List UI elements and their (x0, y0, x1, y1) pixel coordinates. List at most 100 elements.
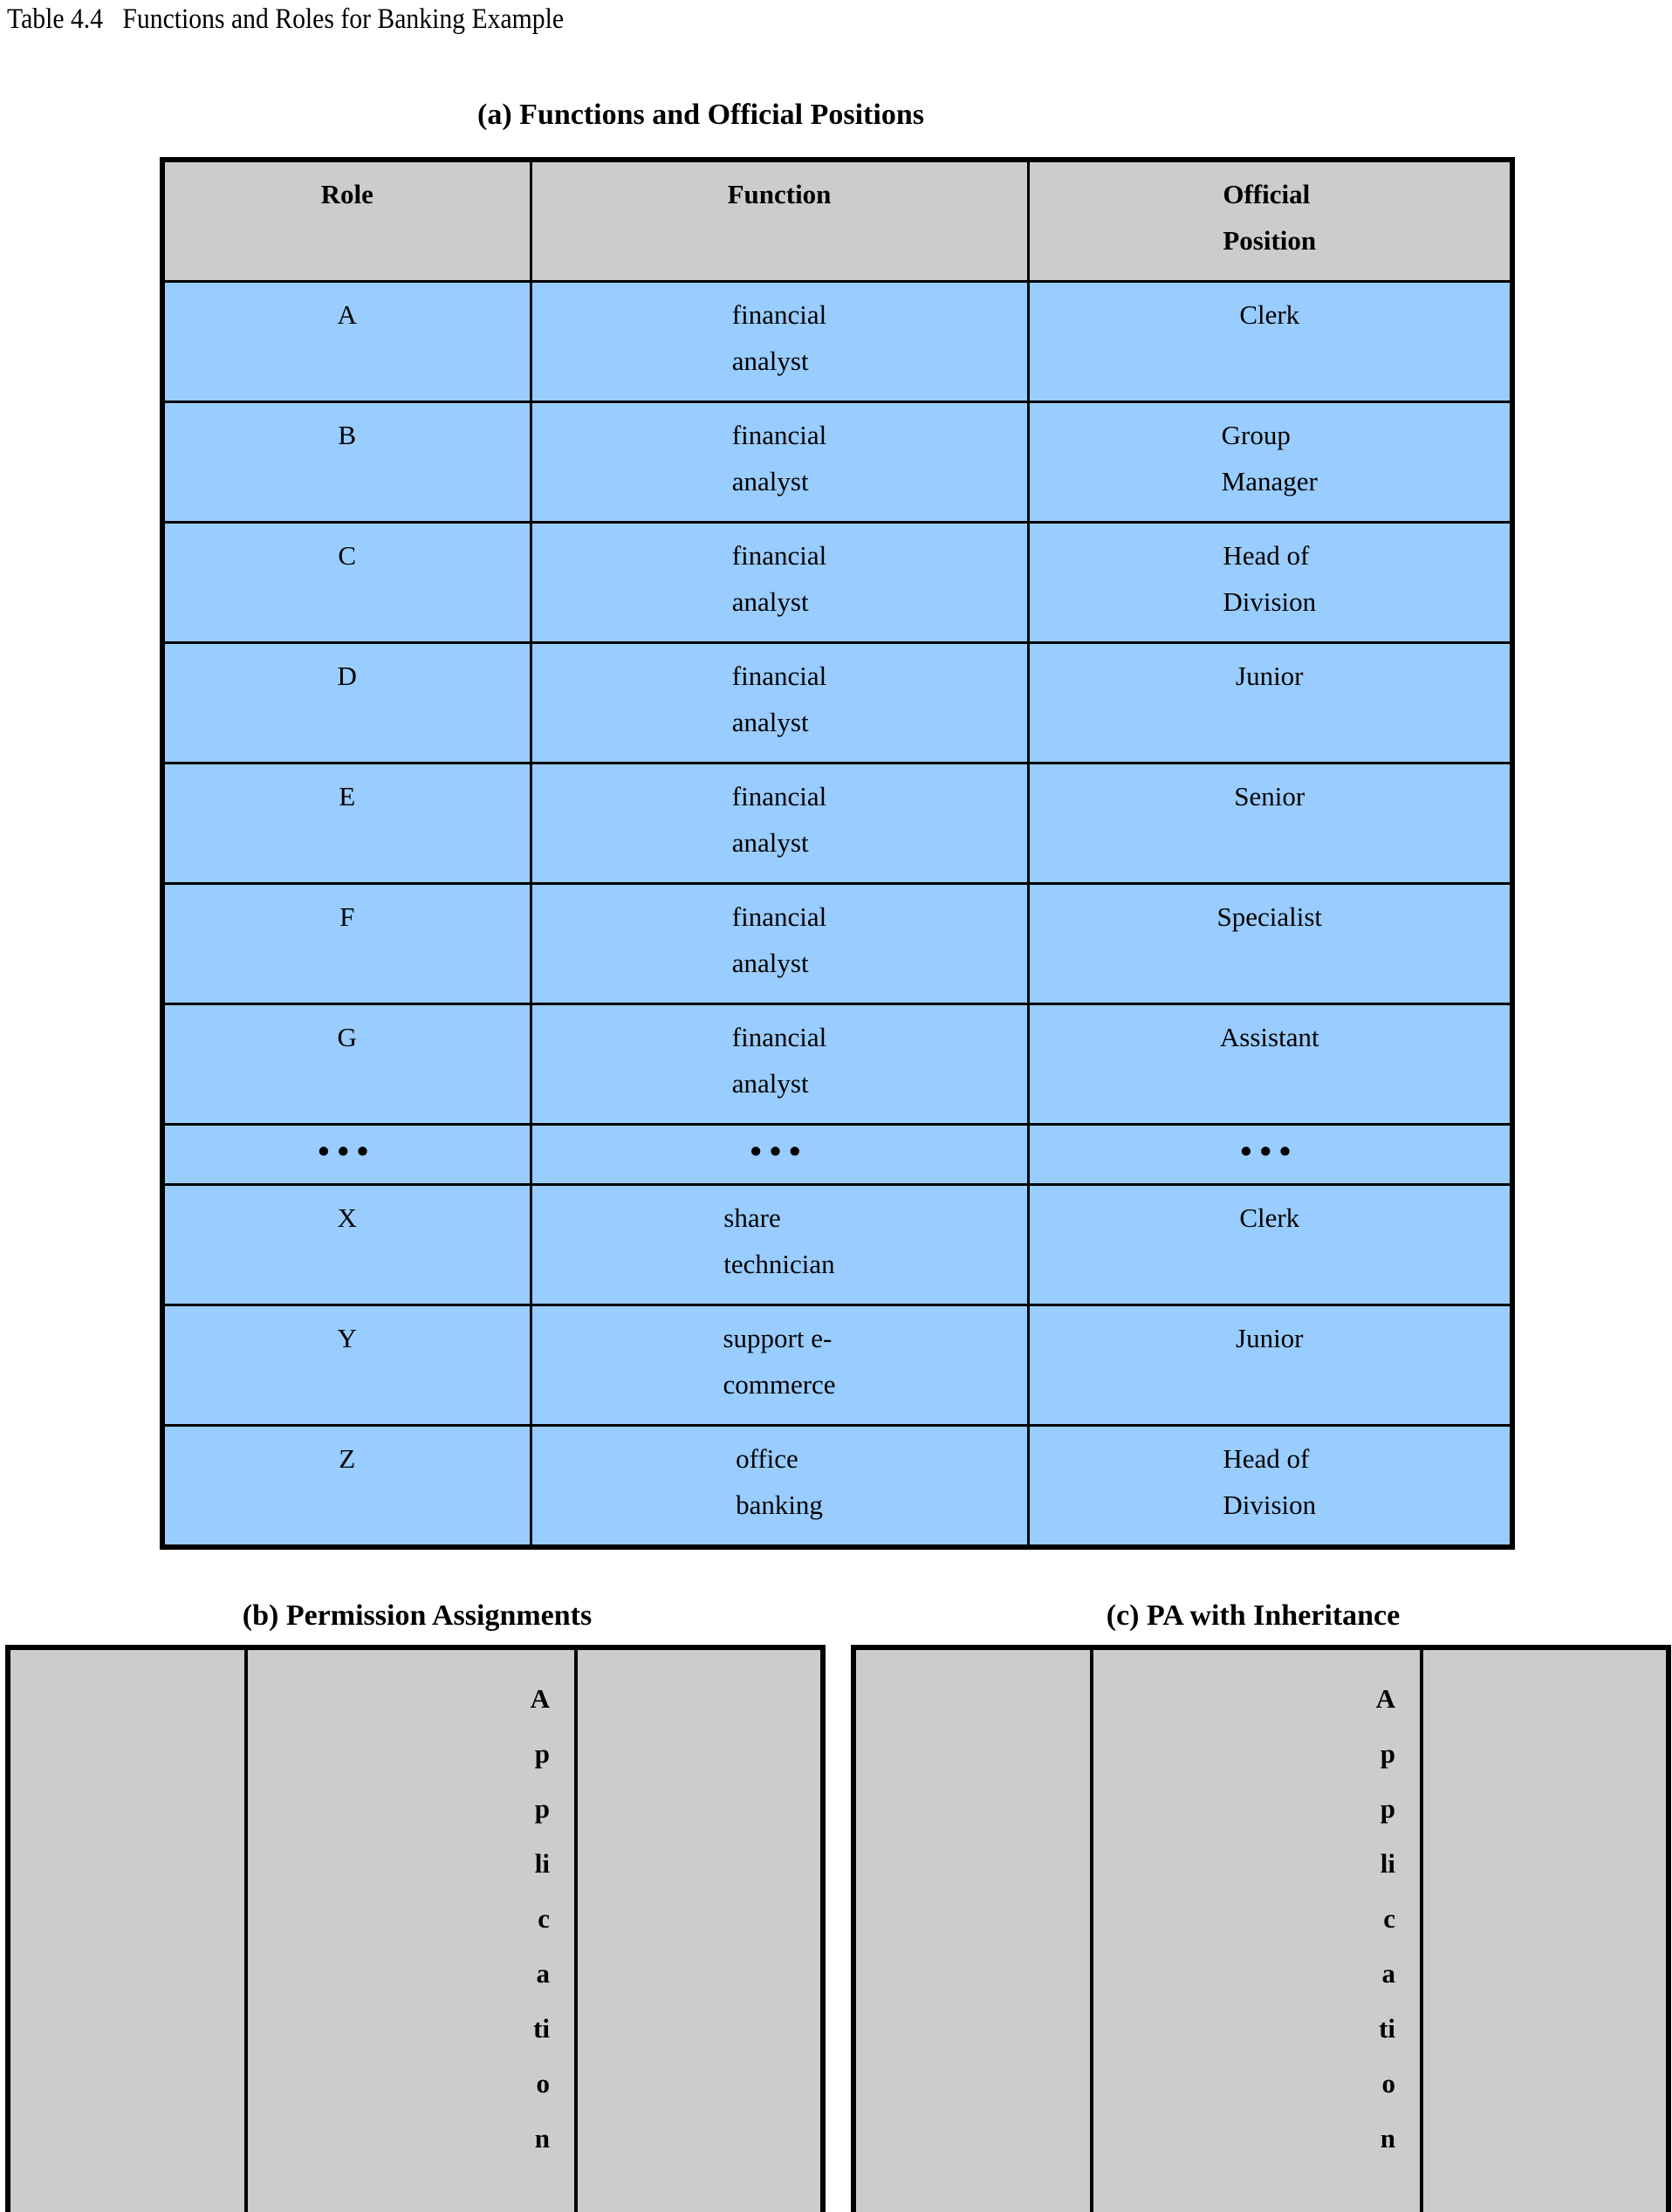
cell-position: Junior (1026, 641, 1514, 764)
ellipsis-icon: ••• (750, 1133, 809, 1170)
cell-position: ••• (1026, 1123, 1514, 1186)
cell-role-text: A (337, 299, 357, 330)
cell-position-text: Head of Division (1223, 540, 1317, 617)
cell-position-text: Clerk (1239, 1202, 1300, 1233)
table-row: Z office banking Head of Division (161, 1424, 1514, 1549)
cell-function: financial analyst (529, 401, 1030, 524)
cell-function-text: financial analyst (731, 299, 827, 376)
cell-position: Senior (1026, 762, 1514, 885)
ellipsis-icon: ••• (318, 1133, 377, 1170)
table-row: E financial analyst Senior (161, 762, 1514, 885)
cell-position: Clerk (1026, 280, 1514, 403)
cell-role-text: Y (337, 1323, 357, 1353)
cell-position-text: Clerk (1239, 299, 1300, 330)
panel-b-column-1 (10, 1650, 248, 2212)
table-header-row: Role Function Official Position (161, 158, 1514, 283)
cell-role: C (161, 521, 532, 644)
cell-role: X (161, 1183, 532, 1306)
cell-role-text: G (337, 1022, 357, 1052)
panel-b-application-label: A p p li c a ti o n (530, 1683, 550, 2154)
panel-c-application-label: A p p li c a ti o n (1375, 1683, 1395, 2154)
cell-role-text: D (337, 661, 357, 691)
cell-role-text: Z (339, 1443, 356, 1474)
table-row: X share technician Clerk (161, 1183, 1514, 1306)
cell-role: G (161, 1003, 532, 1126)
cell-role: Z (161, 1424, 532, 1549)
cell-function: financial analyst (529, 882, 1030, 1005)
cell-position: Junior (1026, 1304, 1514, 1427)
cell-position-text: Assistant (1219, 1022, 1319, 1052)
panel-c-column-2: A p p li c a ti o n (1093, 1650, 1423, 2212)
section-c-caption: (c) PA with Inheritance (1106, 1599, 1401, 1632)
cell-function: office banking (529, 1424, 1030, 1549)
cell-position: Head of Division (1026, 521, 1514, 644)
cell-function-text: support e- commerce (723, 1323, 836, 1400)
table-row: Y support e- commerce Junior (161, 1304, 1514, 1427)
cell-function: financial analyst (529, 1003, 1030, 1126)
cell-role-text: E (339, 781, 356, 812)
cell-function-text: share technician (723, 1202, 835, 1279)
cell-role-text: F (339, 901, 355, 932)
functions-and-positions-table: Role Function Official Position A financ… (160, 157, 1515, 1550)
cell-position-text: Specialist (1216, 901, 1323, 932)
panel-c-column-1 (856, 1650, 1093, 2212)
table-row: C financial analyst Head of Division (161, 521, 1514, 644)
cell-function-text: financial analyst (731, 781, 827, 858)
cell-position-text: Head of Division (1223, 1443, 1317, 1520)
cell-position-text: Group Manager (1221, 420, 1318, 497)
cell-function-text: financial analyst (731, 901, 827, 978)
cell-position: Clerk (1026, 1183, 1514, 1306)
cell-role: F (161, 882, 532, 1005)
cell-function: financial analyst (529, 641, 1030, 764)
cell-role: D (161, 641, 532, 764)
table-row-ellipsis: ••• ••• ••• (161, 1123, 1514, 1186)
cell-position: Group Manager (1026, 401, 1514, 524)
cell-position: Specialist (1026, 882, 1514, 1005)
cell-function-text: financial analyst (731, 1022, 827, 1099)
table-row: A financial analyst Clerk (161, 280, 1514, 403)
cell-position-text: Senior (1234, 781, 1305, 812)
cell-position-text: Junior (1236, 1323, 1304, 1353)
cell-function: financial analyst (529, 521, 1030, 644)
cell-position-text: Junior (1236, 661, 1304, 691)
table-row: B financial analyst Group Manager (161, 401, 1514, 524)
cell-function: financial analyst (529, 280, 1030, 403)
table-body: A financial analyst Clerk B financial an… (161, 280, 1514, 1549)
cell-function-text: office banking (736, 1443, 823, 1520)
cell-position: Assistant (1026, 1003, 1514, 1126)
cell-role: B (161, 401, 532, 524)
cell-function: financial analyst (529, 762, 1030, 885)
column-header-role-label: Role (320, 179, 373, 209)
panel-b-column-3 (578, 1650, 820, 2212)
section-a-caption: (a) Functions and Official Positions (477, 99, 924, 131)
cell-function: share technician (529, 1183, 1030, 1306)
cell-role-text: C (338, 540, 357, 571)
cell-function: support e- commerce (529, 1304, 1030, 1427)
table-row: D financial analyst Junior (161, 641, 1514, 764)
cell-role: E (161, 762, 532, 885)
column-header-official-position-label: Official Position (1223, 179, 1317, 256)
cell-function-text: financial analyst (731, 420, 827, 497)
cell-function-text: financial analyst (731, 540, 827, 617)
cell-role-text: B (338, 420, 357, 450)
table-caption: Table 4.4 Functions and Roles for Bankin… (7, 3, 565, 35)
column-header-function-label: Function (727, 179, 832, 209)
cell-function-text: financial analyst (731, 661, 827, 737)
column-header-role: Role (161, 158, 532, 283)
cell-role: Y (161, 1304, 532, 1427)
cell-role-text: X (337, 1202, 357, 1233)
ellipsis-icon: ••• (1240, 1133, 1299, 1170)
column-header-official-position: Official Position (1026, 158, 1514, 283)
column-header-function: Function (529, 158, 1030, 283)
table-row: F financial analyst Specialist (161, 882, 1514, 1005)
panel-b-column-2: A p p li c a ti o n (248, 1650, 578, 2212)
panel-c-column-3 (1423, 1650, 1666, 2212)
permission-assignments-panel: A p p li c a ti o n (5, 1645, 826, 2212)
cell-position: Head of Division (1026, 1424, 1514, 1549)
table-row: G financial analyst Assistant (161, 1003, 1514, 1126)
cell-role: A (161, 280, 532, 403)
cell-role: ••• (161, 1123, 532, 1186)
cell-function: ••• (529, 1123, 1030, 1186)
section-b-caption: (b) Permission Assignments (242, 1599, 593, 1632)
pa-with-inheritance-panel: A p p li c a ti o n (851, 1645, 1671, 2212)
